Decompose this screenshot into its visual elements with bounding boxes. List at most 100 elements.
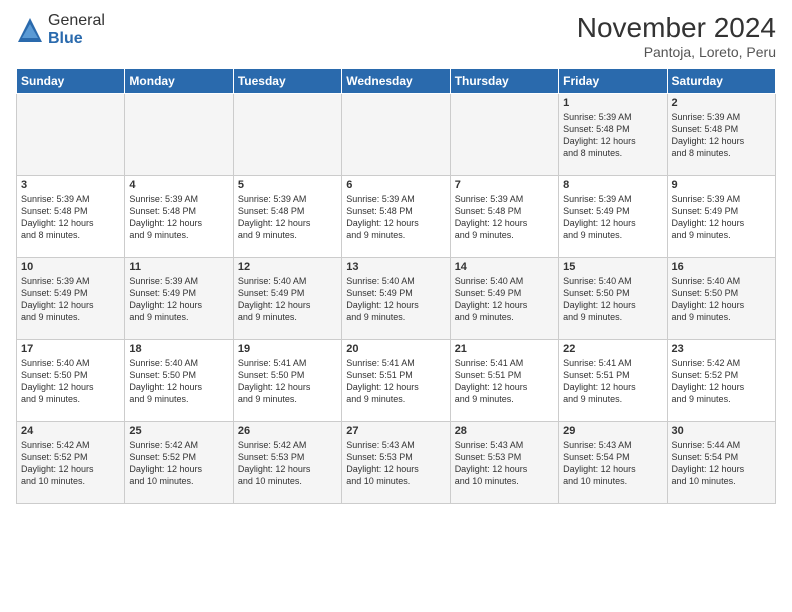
week-row-3: 17 Sunrise: 5:40 AM Sunset: 5:50 PM Dayli…: [17, 340, 776, 422]
day-info: Sunrise: 5:40 AM Sunset: 5:49 PM Dayligh…: [346, 275, 445, 324]
col-header-friday: Friday: [559, 69, 667, 94]
col-header-wednesday: Wednesday: [342, 69, 450, 94]
day-number: 14: [455, 261, 554, 273]
day-cell: [342, 94, 450, 176]
day-cell: 16 Sunrise: 5:40 AM Sunset: 5:50 PM Dayli…: [667, 258, 775, 340]
day-cell: 10 Sunrise: 5:39 AM Sunset: 5:49 PM Dayli…: [17, 258, 125, 340]
main-container: General Blue November 2024 Pantoja, Lore…: [0, 0, 792, 512]
day-info: Sunrise: 5:40 AM Sunset: 5:50 PM Dayligh…: [21, 357, 120, 406]
day-info: Sunrise: 5:39 AM Sunset: 5:48 PM Dayligh…: [238, 193, 337, 242]
day-cell: 22 Sunrise: 5:41 AM Sunset: 5:51 PM Dayli…: [559, 340, 667, 422]
day-info: Sunrise: 5:39 AM Sunset: 5:48 PM Dayligh…: [346, 193, 445, 242]
day-number: 28: [455, 425, 554, 437]
day-cell: 8 Sunrise: 5:39 AM Sunset: 5:49 PM Daylig…: [559, 176, 667, 258]
week-row-1: 3Sunrise: 5:39 AM Sunset: 5:48 PM Daylig…: [17, 176, 776, 258]
day-number: 22: [563, 343, 662, 355]
day-info: Sunrise: 5:39 AM Sunset: 5:48 PM Dayligh…: [563, 111, 662, 160]
day-cell: [233, 94, 341, 176]
day-info: Sunrise: 5:41 AM Sunset: 5:51 PM Dayligh…: [455, 357, 554, 406]
day-number: 11: [129, 261, 228, 273]
day-number: 6: [346, 179, 445, 191]
day-number: 15: [563, 261, 662, 273]
day-number: 1: [563, 97, 662, 109]
day-info: Sunrise: 5:42 AM Sunset: 5:53 PM Dayligh…: [238, 439, 337, 488]
day-cell: 23 Sunrise: 5:42 AM Sunset: 5:52 PM Dayli…: [667, 340, 775, 422]
day-info: Sunrise: 5:39 AM Sunset: 5:49 PM Dayligh…: [672, 193, 771, 242]
day-info: Sunrise: 5:39 AM Sunset: 5:48 PM Dayligh…: [455, 193, 554, 242]
day-number: 27: [346, 425, 445, 437]
day-number: 8: [563, 179, 662, 191]
week-row-4: 24 Sunrise: 5:42 AM Sunset: 5:52 PM Dayli…: [17, 422, 776, 504]
day-info: Sunrise: 5:39 AM Sunset: 5:48 PM Dayligh…: [21, 193, 120, 242]
day-info: Sunrise: 5:40 AM Sunset: 5:49 PM Dayligh…: [238, 275, 337, 324]
day-cell: 11Sunrise: 5:39 AM Sunset: 5:49 PM Dayli…: [125, 258, 233, 340]
day-cell: 19 Sunrise: 5:41 AM Sunset: 5:50 PM Dayli…: [233, 340, 341, 422]
day-cell: 21 Sunrise: 5:41 AM Sunset: 5:51 PM Dayli…: [450, 340, 558, 422]
logo: General Blue: [16, 12, 105, 47]
day-info: Sunrise: 5:40 AM Sunset: 5:50 PM Dayligh…: [672, 275, 771, 324]
day-number: 18: [129, 343, 228, 355]
day-cell: [450, 94, 558, 176]
header-row: SundayMondayTuesdayWednesdayThursdayFrid…: [17, 69, 776, 94]
day-number: 19: [238, 343, 337, 355]
day-number: 12: [238, 261, 337, 273]
day-info: Sunrise: 5:40 AM Sunset: 5:49 PM Dayligh…: [455, 275, 554, 324]
day-info: Sunrise: 5:41 AM Sunset: 5:50 PM Dayligh…: [238, 357, 337, 406]
day-number: 4: [129, 179, 228, 191]
day-cell: 1 Sunrise: 5:39 AM Sunset: 5:48 PM Daylig…: [559, 94, 667, 176]
col-header-thursday: Thursday: [450, 69, 558, 94]
day-number: 10: [21, 261, 120, 273]
day-number: 23: [672, 343, 771, 355]
day-number: 2: [672, 97, 771, 109]
day-info: Sunrise: 5:43 AM Sunset: 5:53 PM Dayligh…: [346, 439, 445, 488]
day-number: 21: [455, 343, 554, 355]
day-info: Sunrise: 5:40 AM Sunset: 5:50 PM Dayligh…: [129, 357, 228, 406]
day-info: Sunrise: 5:40 AM Sunset: 5:50 PM Dayligh…: [563, 275, 662, 324]
day-cell: 25 Sunrise: 5:42 AM Sunset: 5:52 PM Dayli…: [125, 422, 233, 504]
day-cell: 15 Sunrise: 5:40 AM Sunset: 5:50 PM Dayli…: [559, 258, 667, 340]
col-header-monday: Monday: [125, 69, 233, 94]
day-number: 13: [346, 261, 445, 273]
logo-blue: Blue: [48, 30, 105, 48]
day-number: 24: [21, 425, 120, 437]
day-info: Sunrise: 5:39 AM Sunset: 5:49 PM Dayligh…: [563, 193, 662, 242]
day-cell: 26 Sunrise: 5:42 AM Sunset: 5:53 PM Dayli…: [233, 422, 341, 504]
day-cell: 7Sunrise: 5:39 AM Sunset: 5:48 PM Daylig…: [450, 176, 558, 258]
day-number: 5: [238, 179, 337, 191]
day-cell: [17, 94, 125, 176]
day-cell: 13 Sunrise: 5:40 AM Sunset: 5:49 PM Dayli…: [342, 258, 450, 340]
day-number: 30: [672, 425, 771, 437]
day-cell: [125, 94, 233, 176]
day-info: Sunrise: 5:44 AM Sunset: 5:54 PM Dayligh…: [672, 439, 771, 488]
day-cell: 17 Sunrise: 5:40 AM Sunset: 5:50 PM Dayli…: [17, 340, 125, 422]
day-info: Sunrise: 5:43 AM Sunset: 5:53 PM Dayligh…: [455, 439, 554, 488]
day-number: 25: [129, 425, 228, 437]
day-cell: 29 Sunrise: 5:43 AM Sunset: 5:54 PM Dayli…: [559, 422, 667, 504]
day-number: 16: [672, 261, 771, 273]
week-row-0: 1 Sunrise: 5:39 AM Sunset: 5:48 PM Daylig…: [17, 94, 776, 176]
day-info: Sunrise: 5:43 AM Sunset: 5:54 PM Dayligh…: [563, 439, 662, 488]
logo-text: General Blue: [48, 12, 105, 47]
day-cell: 2Sunrise: 5:39 AM Sunset: 5:48 PM Daylig…: [667, 94, 775, 176]
week-row-2: 10 Sunrise: 5:39 AM Sunset: 5:49 PM Dayli…: [17, 258, 776, 340]
logo-general: General: [48, 12, 105, 30]
day-info: Sunrise: 5:41 AM Sunset: 5:51 PM Dayligh…: [563, 357, 662, 406]
day-cell: 12 Sunrise: 5:40 AM Sunset: 5:49 PM Dayli…: [233, 258, 341, 340]
day-number: 29: [563, 425, 662, 437]
day-info: Sunrise: 5:42 AM Sunset: 5:52 PM Dayligh…: [129, 439, 228, 488]
logo-icon: [16, 16, 44, 44]
day-info: Sunrise: 5:42 AM Sunset: 5:52 PM Dayligh…: [672, 357, 771, 406]
header: General Blue November 2024 Pantoja, Lore…: [16, 12, 776, 60]
day-cell: 28 Sunrise: 5:43 AM Sunset: 5:53 PM Dayli…: [450, 422, 558, 504]
col-header-sunday: Sunday: [17, 69, 125, 94]
col-header-tuesday: Tuesday: [233, 69, 341, 94]
day-info: Sunrise: 5:39 AM Sunset: 5:49 PM Dayligh…: [21, 275, 120, 324]
day-cell: 9Sunrise: 5:39 AM Sunset: 5:49 PM Daylig…: [667, 176, 775, 258]
col-header-saturday: Saturday: [667, 69, 775, 94]
day-number: 26: [238, 425, 337, 437]
day-number: 17: [21, 343, 120, 355]
day-cell: 20Sunrise: 5:41 AM Sunset: 5:51 PM Dayli…: [342, 340, 450, 422]
day-cell: 6 Sunrise: 5:39 AM Sunset: 5:48 PM Daylig…: [342, 176, 450, 258]
title-block: November 2024 Pantoja, Loreto, Peru: [577, 12, 776, 60]
day-cell: 27 Sunrise: 5:43 AM Sunset: 5:53 PM Dayli…: [342, 422, 450, 504]
